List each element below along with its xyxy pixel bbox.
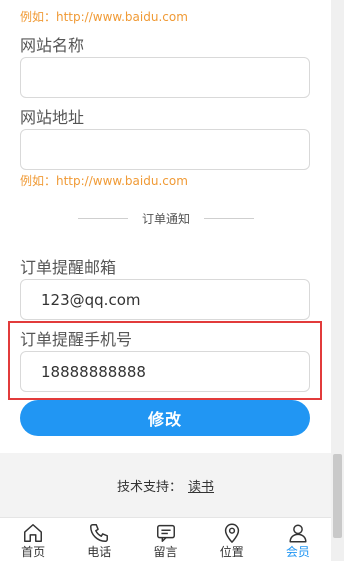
support-footer: 技术支持： 读书 [0, 453, 331, 517]
order-email-input[interactable]: 123@qq.com [20, 279, 310, 320]
site-name-input[interactable] [20, 57, 310, 98]
phone-icon [90, 524, 109, 542]
divider-line-left [78, 217, 128, 219]
site-url-input[interactable] [20, 129, 310, 170]
site-url-label: 网站地址 [20, 108, 85, 127]
location-icon [224, 523, 239, 543]
submit-button[interactable]: 修改 [20, 400, 310, 436]
tab-message[interactable]: 留言 [132, 518, 198, 562]
user-icon [289, 524, 307, 543]
order-phone-label: 订单提醒手机号 [20, 330, 133, 349]
bottom-tabbar: 首页 电话 留言 位置 会员 [0, 517, 331, 562]
scrollbar-thumb[interactable] [333, 454, 342, 538]
order-email-label: 订单提醒邮箱 [20, 258, 117, 277]
section-divider: 订单通知 [78, 208, 255, 228]
tab-member-label: 会员 [285, 545, 310, 559]
settings-form: 例如：http://www.baidu.com 网站名称 网站地址 例如：htt… [0, 0, 331, 562]
divider-line-right [204, 217, 255, 219]
support-link[interactable]: 读书 [188, 476, 214, 495]
tab-message-label: 留言 [153, 545, 178, 559]
order-phone-input[interactable]: 18888888888 [20, 351, 310, 392]
tab-member[interactable]: 会员 [265, 518, 331, 562]
tab-location[interactable]: 位置 [199, 518, 265, 562]
site-name-label: 网站名称 [20, 36, 85, 55]
tab-phone-label: 电话 [87, 545, 112, 559]
section-title: 订单通知 [142, 211, 191, 226]
url-example-hint: 例如：http://www.baidu.com [20, 174, 188, 188]
support-label: 技术支持： [116, 479, 182, 495]
url-example-hint-top: 例如：http://www.baidu.com [20, 10, 188, 24]
tab-location-label: 位置 [219, 545, 244, 559]
home-icon [24, 524, 43, 542]
message-icon [156, 524, 175, 542]
scrollbar-track[interactable] [331, 0, 344, 561]
tab-home[interactable]: 首页 [0, 518, 66, 562]
tab-phone[interactable]: 电话 [66, 518, 132, 562]
tab-home-label: 首页 [21, 545, 46, 559]
